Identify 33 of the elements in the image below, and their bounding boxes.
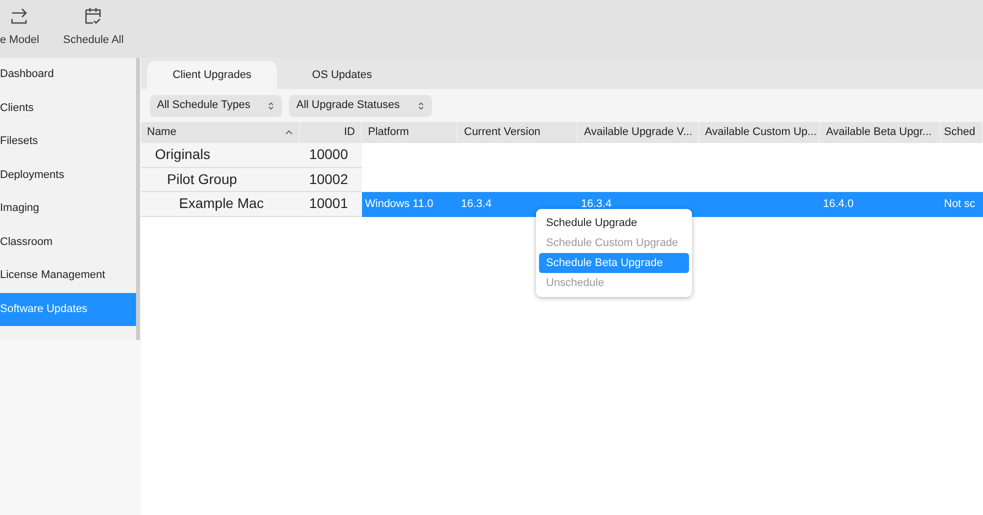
tree-row-name[interactable]: Originals	[141, 143, 300, 168]
column-header[interactable]: Current Version	[458, 122, 578, 143]
updown-icon	[268, 100, 274, 110]
sidebar-item[interactable]: Imaging	[0, 192, 136, 226]
table-cell: 10001	[300, 192, 362, 216]
filter-dropdown[interactable]: All Schedule Types	[150, 94, 282, 116]
filter-dropdown[interactable]: All Upgrade Statuses	[289, 94, 432, 116]
column-header[interactable]: Available Beta Upgr...	[820, 122, 941, 143]
column-header[interactable]: ID	[300, 122, 362, 143]
sidebar-item[interactable]: Clients	[0, 92, 136, 125]
column-header[interactable]: Available Custom Up...	[699, 122, 820, 143]
column-header[interactable]: Name	[141, 122, 300, 143]
table-cell: Not sc	[941, 192, 983, 216]
tab[interactable]: OS Updates	[277, 61, 407, 89]
tab[interactable]: Client Upgrades	[147, 61, 277, 89]
sidebar-item[interactable]: Filesets	[0, 125, 136, 158]
calendar-icon	[83, 6, 104, 26]
column-header[interactable]: Platform	[362, 122, 458, 143]
table-cell: 16.4.0	[820, 192, 941, 216]
sidebar-item[interactable]: Deployments	[0, 158, 136, 192]
column-header[interactable]: Available Upgrade V...	[578, 122, 699, 143]
column-header[interactable]: Sched	[941, 122, 983, 143]
sidebar-item[interactable]: Dashboard	[0, 58, 136, 92]
tree-row-name[interactable]: Pilot Group	[141, 168, 300, 192]
sidebar-item[interactable]: License Management	[0, 259, 136, 292]
table-cell: 10000	[300, 143, 362, 168]
sidebar-item[interactable]: Classroom	[0, 226, 136, 259]
table-cell: Windows 11.0	[362, 192, 458, 216]
table-cell: 10002	[300, 168, 362, 192]
updown-icon	[418, 100, 424, 110]
toolbar-button[interactable]: Schedule All	[63, 6, 124, 58]
toolbar-button[interactable]: e Model	[0, 6, 40, 58]
tree-row-name[interactable]: Example Mac	[141, 192, 300, 216]
